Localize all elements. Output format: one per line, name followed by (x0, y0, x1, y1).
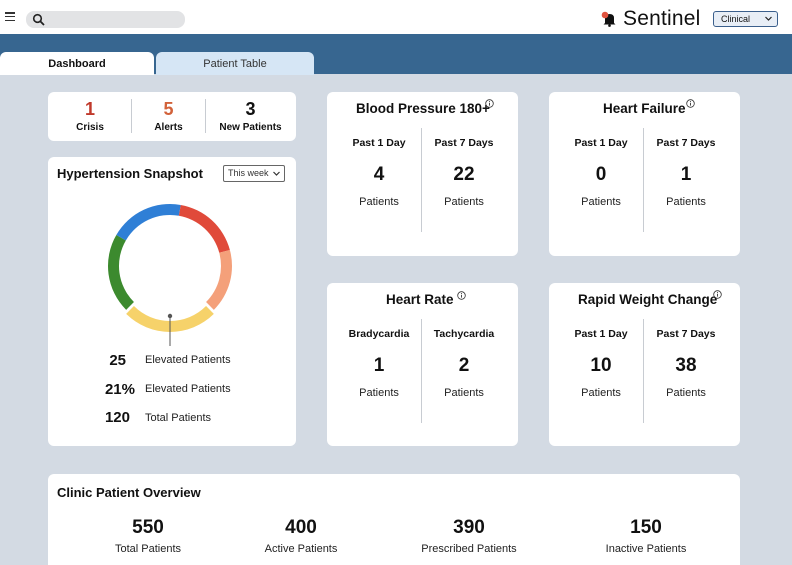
alerts-count: 5 (163, 99, 174, 119)
hr-col1-sub: Patients (359, 387, 399, 399)
bp-col2-sub: Patients (444, 196, 484, 208)
snapshot-title: Hypertension Snapshot (57, 166, 203, 181)
rw-col2-head: Past 7 Days (656, 328, 716, 340)
info-icon[interactable] (485, 99, 494, 108)
summary-card: 1 Crisis 5 Alerts 3 New Patients (48, 92, 296, 141)
snapshot-elevated-label: Elevated Patients (145, 354, 231, 366)
tab-patient-table[interactable]: Patient Table (156, 52, 314, 75)
period-select-value: This week (228, 168, 269, 178)
crisis-count: 1 (84, 99, 95, 119)
hypertension-donut-chart[interactable] (100, 196, 240, 346)
donut-segment-red[interactable] (178, 204, 230, 253)
search-input[interactable] (26, 11, 185, 28)
bp-col2-head: Past 7 Days (434, 137, 494, 149)
hr-col1-head: Bradycardia (348, 328, 410, 340)
rapid-weight-change-card[interactable]: Rapid Weight Change Past 1 Day 10 Patien… (549, 283, 740, 446)
heart-rate-card[interactable]: Heart Rate Bradycardia 1 Patients Tachyc… (327, 283, 518, 446)
hf-col1-head: Past 1 Day (574, 137, 628, 149)
donut-pointer-dot (167, 313, 173, 319)
tab-dashboard[interactable]: Dashboard (0, 52, 154, 75)
snapshot-total-label: Total Patients (145, 412, 212, 424)
chevron-down-icon (765, 16, 772, 21)
info-icon[interactable] (686, 99, 695, 108)
hf-col2-head: Past 7 Days (656, 137, 716, 149)
rw-col1-value: 10 (590, 355, 612, 376)
snapshot-elevated-count: 25 (109, 352, 126, 369)
snapshot-elevated-percent-label: Elevated Patients (145, 383, 231, 395)
hamburger-menu-icon[interactable] (5, 12, 15, 22)
blood-pressure-card[interactable]: Blood Pressure 180+ Past 1 Day 4 Patient… (327, 92, 518, 256)
info-icon[interactable] (713, 290, 722, 299)
hf-col2-sub: Patients (666, 196, 706, 208)
brand-logo: Sentinel (623, 7, 701, 30)
hf-col2-value: 1 (680, 164, 692, 185)
new-patients-label: New Patients (219, 122, 282, 133)
hf-col1-value: 0 (595, 164, 607, 185)
overview-inactive-value: 150 (630, 517, 662, 538)
donut-segment-blue[interactable] (116, 204, 181, 241)
hr-col2-head: Tachycardia (433, 328, 495, 340)
snapshot-elevated-percent: 21% (104, 381, 135, 398)
heart-failure-card[interactable]: Heart Failure Past 1 Day 0 Patients Past… (549, 92, 740, 256)
bp-col1-head: Past 1 Day (352, 137, 406, 149)
overview-total-value: 550 (132, 517, 164, 538)
alerts-label: Alerts (154, 122, 183, 133)
rw-col2-sub: Patients (666, 387, 706, 399)
top-bar: Sentinel Clinical (0, 0, 792, 34)
chevron-down-icon (273, 171, 280, 176)
clinic-select-value: Clinical (721, 14, 751, 24)
bp-title: Blood Pressure 180+ (356, 101, 490, 116)
search-icon (32, 13, 45, 26)
info-icon[interactable] (457, 291, 466, 300)
overview-active-label: Active Patients (264, 543, 338, 555)
donut-segment-green[interactable] (108, 235, 134, 310)
hr-col1-value: 1 (373, 355, 385, 376)
rw-col2-value: 38 (675, 355, 697, 376)
hr-title: Heart Rate (386, 292, 454, 307)
new-patients-count: 3 (245, 99, 256, 119)
rw-title: Rapid Weight Change (578, 292, 718, 307)
overview-prescribed-value: 390 (453, 517, 485, 538)
overview-prescribed-label: Prescribed Patients (421, 543, 517, 555)
clinic-overview-card: Clinic Patient Overview 550 Total Patien… (48, 474, 740, 565)
notification-bell-icon[interactable] (601, 11, 618, 27)
bp-col1-value: 4 (373, 164, 385, 185)
overview-total-label: Total Patients (114, 543, 182, 555)
rw-col1-sub: Patients (581, 387, 621, 399)
overview-inactive-label: Inactive Patients (605, 543, 687, 555)
bp-col1-sub: Patients (359, 196, 399, 208)
overview-active-value: 400 (285, 517, 317, 538)
bp-col2-value: 22 (453, 164, 475, 185)
rw-col1-head: Past 1 Day (574, 328, 628, 340)
hf-col1-sub: Patients (581, 196, 621, 208)
period-select[interactable]: This week (223, 165, 285, 182)
clinic-select[interactable]: Clinical (713, 11, 778, 27)
hf-title: Heart Failure (603, 101, 686, 116)
overview-title: Clinic Patient Overview (57, 485, 201, 500)
crisis-label: Crisis (76, 122, 104, 133)
hr-col2-sub: Patients (444, 387, 484, 399)
hr-col2-value: 2 (458, 355, 470, 376)
snapshot-total-count: 120 (104, 409, 130, 426)
donut-segment-salmon[interactable] (206, 249, 233, 310)
